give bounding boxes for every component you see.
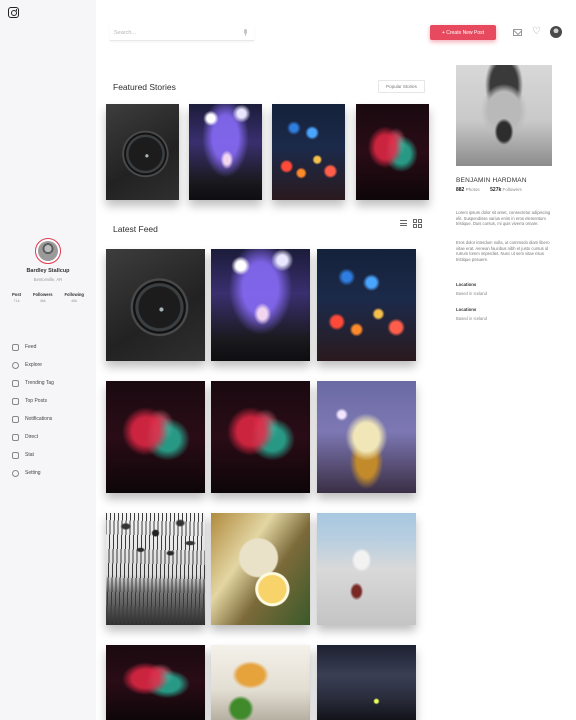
sidebar-item-label: Top Posts <box>25 398 47 404</box>
profile-name: Bardley Stallcup <box>26 268 70 274</box>
feed-post-card[interactable] <box>106 249 205 361</box>
grid-view-icon[interactable] <box>413 219 422 228</box>
featured-stories-title: Featured Stories <box>113 82 176 92</box>
feed-post-card[interactable] <box>106 381 205 493</box>
sidebar-item-trending-tag[interactable]: Trending Tag <box>12 374 54 392</box>
location-label: Locations <box>456 307 477 312</box>
list-view-icon[interactable] <box>400 220 407 226</box>
sidebar-item-direct[interactable]: Direct <box>12 428 54 446</box>
photos-count: 882 <box>456 187 465 193</box>
location-value: Based in Iceland <box>456 291 487 296</box>
stat-value: 46k <box>39 299 46 303</box>
featured-profile-name: BENJAMIN HARDMAN <box>456 177 527 184</box>
sidebar-nav: Feed Explore Trending Tag Top Posts Noti… <box>12 338 54 482</box>
featured-profile-stats: 882 Photos 527k Followers <box>456 187 522 193</box>
profile-avatar[interactable] <box>35 238 61 264</box>
search-input[interactable] <box>114 28 234 38</box>
feed-post-card[interactable] <box>211 513 310 625</box>
popular-stories-button[interactable]: Popular Stories <box>378 80 425 93</box>
feed-post-card[interactable] <box>211 249 310 361</box>
sidebar-item-label: Stat <box>25 452 34 458</box>
feed-post-card[interactable] <box>317 381 416 493</box>
feed-post-card[interactable] <box>106 513 205 625</box>
feed-post-card[interactable] <box>211 381 310 493</box>
gear-icon <box>12 469 19 477</box>
location-value: Based in Iceland <box>456 316 487 321</box>
featured-story-card[interactable] <box>356 104 429 200</box>
followers-label: Followers <box>502 187 522 192</box>
avatar-image <box>38 241 58 261</box>
profile-stats: Post 71k Followers 46k Following 48k <box>12 292 84 303</box>
photos-label: Photos <box>465 187 480 192</box>
send-icon <box>12 433 19 441</box>
featured-profile-photo[interactable] <box>456 65 552 166</box>
sidebar-item-label: Trending Tag <box>25 380 54 386</box>
compass-icon <box>12 361 19 369</box>
feed-post-card[interactable] <box>317 513 416 625</box>
feed-post-card[interactable] <box>211 645 310 720</box>
heart-icon[interactable]: ♡ <box>532 27 541 37</box>
chart-icon <box>12 451 19 459</box>
stat-following: Following 48k <box>64 292 84 303</box>
search-bar <box>110 25 254 41</box>
stat-posts: Post 71k <box>12 292 21 303</box>
sidebar-item-label: Notifications <box>25 416 53 422</box>
home-icon <box>12 343 19 351</box>
mail-icon[interactable] <box>513 29 522 36</box>
stat-followers: Followers 46k <box>33 292 53 303</box>
featured-story-card[interactable] <box>272 104 345 200</box>
sidebar-item-label: Direct <box>25 434 39 440</box>
featured-story-card[interactable] <box>189 104 262 200</box>
latest-feed-title: Latest Feed <box>113 224 158 234</box>
featured-story-card[interactable] <box>106 104 179 200</box>
stat-label: Following <box>64 292 84 297</box>
bell-icon <box>12 415 19 423</box>
user-avatar[interactable] <box>550 26 562 38</box>
feed-post-card[interactable] <box>106 645 205 720</box>
stat-label: Followers <box>32 292 53 297</box>
sidebar: Bardley Stallcup Bentonville, AR Post 71… <box>0 0 96 720</box>
profile-bio: Eros dolor interdum nulla, ut commodo di… <box>456 240 550 262</box>
feed-post-card[interactable] <box>317 249 416 361</box>
stat-value: 48k <box>71 299 78 303</box>
followers-count: 527k <box>490 187 502 193</box>
microphone-icon[interactable] <box>244 29 247 36</box>
hashtag-icon <box>12 379 19 387</box>
sidebar-item-notifications[interactable]: Notifications <box>12 410 54 428</box>
create-new-post-button[interactable]: + Create New Post <box>430 25 496 40</box>
profile-location: Bentonville, AR <box>33 277 63 282</box>
instagram-logo-icon[interactable] <box>8 7 19 18</box>
feed-post-card[interactable] <box>317 645 416 720</box>
image-icon <box>12 397 19 405</box>
sidebar-item-label: Feed <box>25 344 37 350</box>
sidebar-item-label: Explore <box>25 362 42 368</box>
sidebar-item-setting[interactable]: Setting <box>12 464 54 482</box>
profile-bio: Lorem ipsum dolor sit amet, consectetur … <box>456 210 551 227</box>
sidebar-item-label: Setting <box>25 470 41 476</box>
stat-value: 71k <box>13 299 20 303</box>
sidebar-item-stat[interactable]: Stat <box>12 446 54 464</box>
sidebar-item-top-posts[interactable]: Top Posts <box>12 392 54 410</box>
sidebar-item-explore[interactable]: Explore <box>12 356 54 374</box>
location-label: Locations <box>456 282 477 287</box>
sidebar-item-feed[interactable]: Feed <box>12 338 54 356</box>
stat-label: Post <box>12 292 22 297</box>
